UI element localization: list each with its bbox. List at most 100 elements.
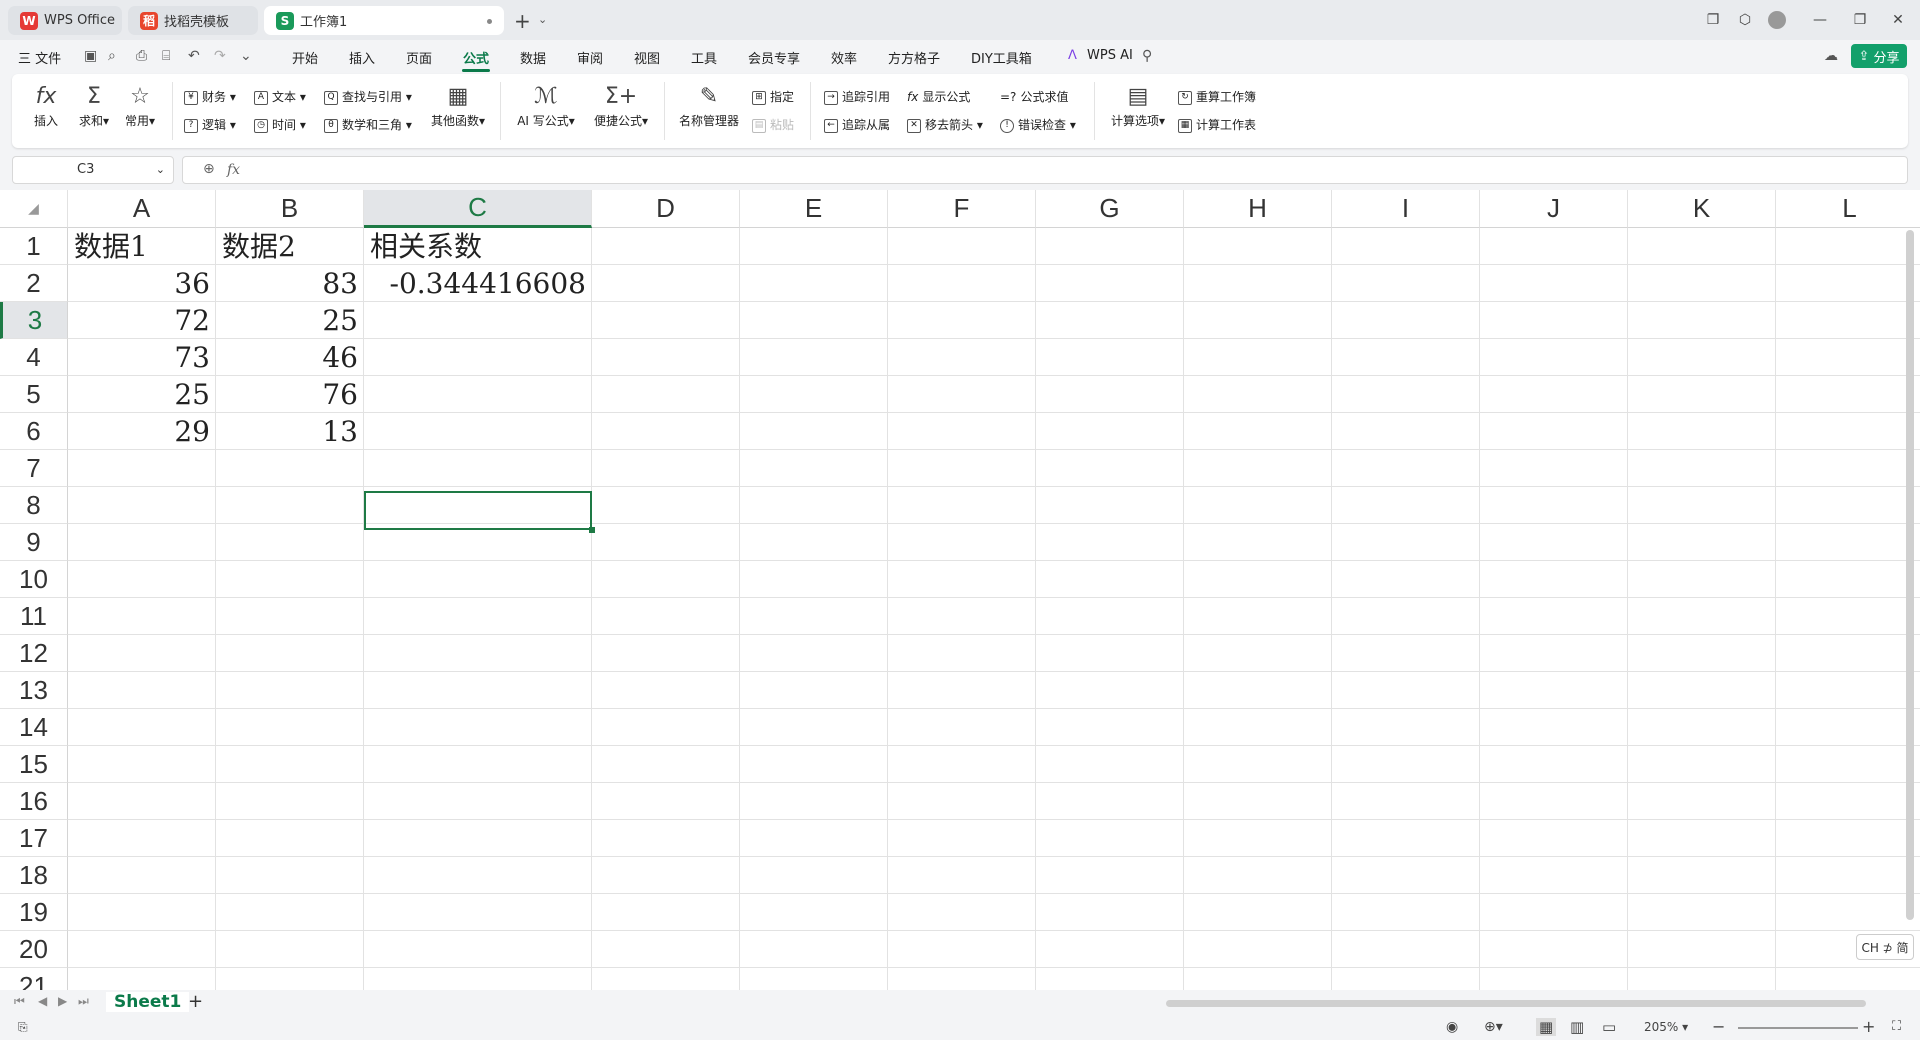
row-header-17[interactable]: 17 (0, 820, 68, 857)
comment-icon[interactable]: ☁ (1824, 48, 1838, 64)
show-formulas-button[interactable]: fx 显示公式 (907, 88, 970, 105)
vertical-scrollbar[interactable] (1906, 230, 1914, 920)
ime-indicator[interactable]: CH ⊅ 简 (1856, 934, 1914, 960)
row-header-16[interactable]: 16 (0, 783, 68, 820)
common-functions-button[interactable]: ☆ 常用▾ (120, 82, 160, 129)
row-header-9[interactable]: 9 (0, 524, 68, 561)
menu-efficiency[interactable]: 效率 (831, 48, 857, 67)
finance-button[interactable]: ¥ 财务 ▾ (184, 88, 236, 105)
paste-name-button[interactable]: ▤ 粘贴 (752, 116, 794, 133)
column-header-k[interactable]: K (1628, 190, 1776, 228)
column-header-l[interactable]: L (1776, 190, 1920, 228)
zoom-slider[interactable] (1738, 1027, 1858, 1029)
close-icon[interactable]: ✕ (1880, 0, 1916, 40)
first-sheet-icon[interactable]: ⏮ (14, 994, 25, 1009)
save-icon[interactable]: ▣ (84, 48, 97, 64)
select-all-corner[interactable]: ◢ (0, 190, 68, 228)
column-header-g[interactable]: G (1036, 190, 1184, 228)
name-box[interactable]: C3 ⌄ (12, 156, 174, 184)
row-header-18[interactable]: 18 (0, 857, 68, 894)
restore-icon[interactable]: ❐ (1842, 0, 1878, 40)
zoom-in-icon[interactable]: + (1862, 1017, 1875, 1036)
row-header-4[interactable]: 4 (0, 339, 68, 376)
more-chevron-icon[interactable]: ⌄ (240, 48, 252, 64)
row-header-14[interactable]: 14 (0, 709, 68, 746)
zoom-level[interactable]: 205% ▾ (1644, 1020, 1688, 1034)
name-manager-button[interactable]: ✎ 名称管理器 (676, 82, 742, 129)
row-header-1[interactable]: 1 (0, 228, 68, 265)
avatar[interactable] (1764, 0, 1790, 40)
zoom-out-icon[interactable]: − (1712, 1017, 1725, 1036)
prev-sheet-icon[interactable]: ◀ (38, 994, 47, 1008)
lookup-button[interactable]: Q 查找与引用 ▾ (324, 88, 412, 105)
assign-name-button[interactable]: ⊞ 指定 (752, 88, 794, 105)
fullscreen-icon[interactable]: ⛶ (1892, 1019, 1901, 1034)
cell-b3[interactable]: 25 (216, 302, 358, 339)
window-layout-icon[interactable]: ❐ (1700, 0, 1726, 40)
next-sheet-icon[interactable]: ▶ (58, 994, 67, 1008)
menu-home[interactable]: 开始 (292, 48, 318, 67)
cell-c2[interactable]: -0.344416608 (364, 265, 586, 302)
column-header-i[interactable]: I (1332, 190, 1480, 228)
file-menu[interactable]: 三 文件 (18, 48, 61, 67)
print-icon[interactable]: ⎙ (136, 48, 147, 64)
row-header-21[interactable]: 21 (0, 968, 68, 990)
row-header-6[interactable]: 6 (0, 413, 68, 450)
insert-function-button[interactable]: fx 插入 (30, 82, 62, 129)
quick-formula-button[interactable]: Σ+ 便捷公式▾ (588, 82, 654, 129)
menu-review[interactable]: 审阅 (577, 48, 603, 67)
calc-sheet-button[interactable]: ▦ 计算工作表 (1178, 116, 1256, 133)
page-layout-icon[interactable]: ▥ (1570, 1018, 1584, 1036)
column-header-d[interactable]: D (592, 190, 740, 228)
formula-input[interactable]: ⊕ fx (182, 156, 1908, 184)
fill-handle[interactable] (589, 527, 595, 533)
cube-icon[interactable]: ⬡ (1732, 0, 1758, 40)
menu-data[interactable]: 数据 (520, 48, 546, 67)
column-header-h[interactable]: H (1184, 190, 1332, 228)
format-painter-icon[interactable]: ⌕ (108, 48, 116, 64)
normal-view-icon[interactable]: ▦ (1536, 1018, 1557, 1036)
remove-arrows-button[interactable]: ✕ 移去箭头 ▾ (907, 116, 983, 133)
macro-record-icon[interactable]: ⎘ (18, 1020, 28, 1035)
print-preview-icon[interactable]: ⌸ (162, 48, 170, 64)
autosum-button[interactable]: Σ 求和▾ (74, 82, 114, 129)
menu-fangfang[interactable]: 方方格子 (888, 48, 940, 67)
add-sheet-icon[interactable]: + (188, 991, 203, 1012)
cell-c1[interactable]: 相关系数 (370, 228, 482, 265)
location-icon[interactable]: ⊕▾ (1484, 1019, 1503, 1035)
row-header-13[interactable]: 13 (0, 672, 68, 709)
ai-formula-button[interactable]: ℳ AI 写公式▾ (512, 82, 580, 129)
trace-precedents-button[interactable]: → 追踪引用 (824, 88, 890, 105)
menu-insert[interactable]: 插入 (349, 48, 375, 67)
column-header-f[interactable]: F (888, 190, 1036, 228)
last-sheet-icon[interactable]: ⏭ (78, 994, 89, 1009)
menu-tools[interactable]: 工具 (691, 48, 717, 67)
chevron-down-icon[interactable]: ⌄ (156, 157, 165, 183)
eye-protection-icon[interactable]: ◉ (1446, 1019, 1458, 1035)
cell-a2[interactable]: 36 (68, 265, 210, 302)
text-function-button[interactable]: A 文本 ▾ (254, 88, 306, 105)
math-trig-button[interactable]: θ 数学和三角 ▾ (324, 116, 412, 133)
column-header-j[interactable]: J (1480, 190, 1628, 228)
redo-icon[interactable]: ↷ (214, 48, 226, 64)
cell-a1[interactable]: 数据1 (74, 228, 148, 265)
search-icon[interactable]: ⚲ (1142, 48, 1152, 64)
cell-b6[interactable]: 13 (216, 413, 358, 450)
sheet-tab-sheet1[interactable]: Sheet1 (106, 992, 190, 1012)
row-header-5[interactable]: 5 (0, 376, 68, 413)
page-break-icon[interactable]: ▭ (1602, 1018, 1616, 1036)
cell-a5[interactable]: 25 (68, 376, 210, 413)
row-header-2[interactable]: 2 (0, 265, 68, 302)
cell-b5[interactable]: 76 (216, 376, 358, 413)
row-header-10[interactable]: 10 (0, 561, 68, 598)
cell-a6[interactable]: 29 (68, 413, 210, 450)
column-header-c[interactable]: C (364, 190, 592, 228)
chevron-down-icon[interactable]: ⌄ (538, 13, 547, 26)
recalc-workbook-button[interactable]: ↻ 重算工作簿 (1178, 88, 1256, 105)
logic-button[interactable]: ? 逻辑 ▾ (184, 116, 236, 133)
row-header-12[interactable]: 12 (0, 635, 68, 672)
row-header-19[interactable]: 19 (0, 894, 68, 931)
share-button[interactable]: ⇪ 分享 (1851, 44, 1907, 68)
undo-icon[interactable]: ↶ (188, 48, 200, 64)
minimize-icon[interactable]: — (1802, 0, 1838, 40)
